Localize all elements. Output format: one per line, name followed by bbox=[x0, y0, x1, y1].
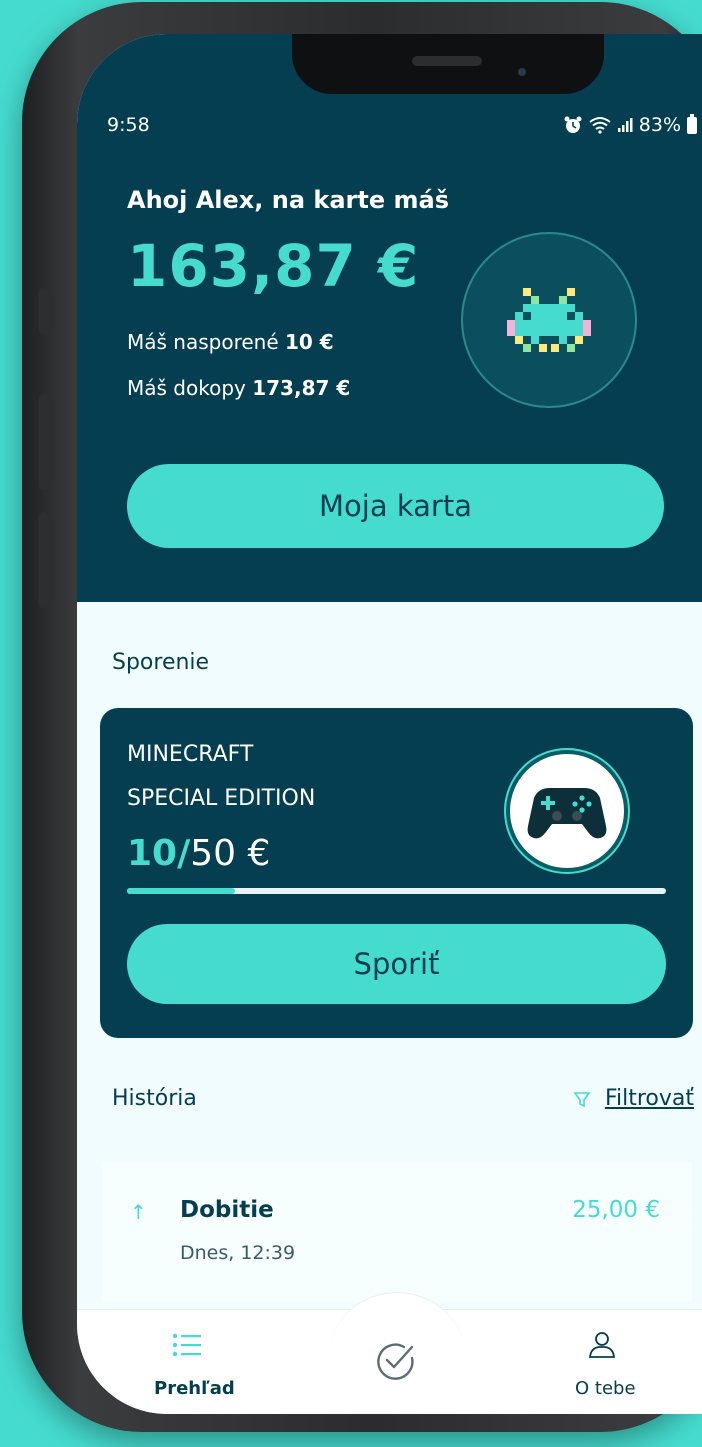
saved-amount-line: Máš nasporené 10 € bbox=[127, 330, 334, 354]
camera bbox=[518, 68, 526, 76]
saved-label: Máš nasporené bbox=[127, 330, 279, 354]
phone-frame: 9:58 83% Ahoj Alex, na karte máš 163,87 … bbox=[22, 2, 702, 1432]
arrow-up-icon: ↑ bbox=[130, 1200, 147, 1224]
total-value: 173,87 € bbox=[252, 376, 351, 400]
history-item-amount: 25,00 € bbox=[572, 1197, 660, 1223]
status-icons: 83% bbox=[563, 113, 697, 136]
greeting-text: Ahoj Alex, na karte máš bbox=[127, 186, 449, 214]
gamepad-icon bbox=[527, 788, 607, 839]
goal-progress-fill bbox=[127, 888, 235, 894]
goal-target: 50 € bbox=[190, 833, 271, 874]
battery-icon bbox=[687, 113, 697, 134]
filter-icon bbox=[573, 1091, 591, 1107]
save-button[interactable]: Sporiť bbox=[127, 924, 666, 1004]
signal-icon bbox=[617, 118, 633, 132]
battery-percent: 83% bbox=[638, 114, 681, 136]
my-card-button[interactable]: Moja karta bbox=[127, 464, 664, 548]
list-icon bbox=[172, 1333, 201, 1357]
goal-image bbox=[506, 750, 628, 872]
goal-title-line1: MINECRAFT bbox=[127, 742, 254, 767]
history-item-title: Dobitie bbox=[180, 1197, 274, 1223]
goal-current: 10 bbox=[127, 833, 178, 874]
nav-profile-label: O tebe bbox=[575, 1378, 636, 1399]
goal-progress-bar bbox=[127, 888, 666, 894]
speaker bbox=[412, 56, 482, 66]
card-balance: 163,87 € bbox=[127, 232, 420, 300]
balance-header: 9:58 83% Ahoj Alex, na karte máš 163,87 … bbox=[77, 34, 702, 602]
app-stage: 9:58 83% Ahoj Alex, na karte máš 163,87 … bbox=[0, 0, 702, 1447]
bottom-navigation: Prehľad O tebe bbox=[77, 1292, 702, 1414]
goal-progress-text: 10/50 € bbox=[127, 833, 270, 874]
wifi-icon bbox=[589, 117, 611, 134]
user-icon bbox=[588, 1332, 616, 1358]
nav-overview-label: Prehľad bbox=[154, 1378, 235, 1399]
volume-down-button bbox=[39, 512, 49, 608]
nav-tab-overview[interactable]: Prehľad bbox=[127, 1330, 237, 1410]
history-item-date: Dnes, 12:39 bbox=[180, 1242, 296, 1264]
total-label: Máš dokopy bbox=[127, 376, 246, 400]
nav-tab-tasks[interactable] bbox=[372, 1338, 422, 1388]
filter-button[interactable]: Filtrovať bbox=[573, 1086, 694, 1111]
saving-goal-card[interactable]: MINECRAFT SPECIAL EDITION 10/50 € Sporiť bbox=[100, 708, 693, 1038]
history-section-title: História bbox=[112, 1086, 197, 1111]
filter-label: Filtrovať bbox=[604, 1086, 694, 1111]
mute-switch bbox=[39, 288, 49, 334]
phone-screen: 9:58 83% Ahoj Alex, na karte máš 163,87 … bbox=[77, 34, 702, 1414]
status-time: 9:58 bbox=[107, 114, 150, 136]
avatar[interactable] bbox=[461, 232, 637, 408]
alarm-icon bbox=[564, 116, 582, 133]
notch bbox=[292, 34, 604, 94]
history-item[interactable]: ↑ Dobitie Dnes, 12:39 25,00 € bbox=[102, 1162, 692, 1302]
goal-title-line2: SPECIAL EDITION bbox=[127, 786, 316, 811]
saved-value: 10 € bbox=[285, 330, 334, 354]
nav-tab-profile[interactable]: O tebe bbox=[547, 1330, 657, 1410]
savings-section-title: Sporenie bbox=[112, 650, 210, 675]
volume-up-button bbox=[39, 394, 49, 490]
total-amount-line: Máš dokopy 173,87 € bbox=[127, 376, 350, 400]
goal-separator: / bbox=[177, 833, 191, 874]
check-circle-icon bbox=[377, 1343, 414, 1380]
space-invader-icon bbox=[507, 288, 591, 352]
